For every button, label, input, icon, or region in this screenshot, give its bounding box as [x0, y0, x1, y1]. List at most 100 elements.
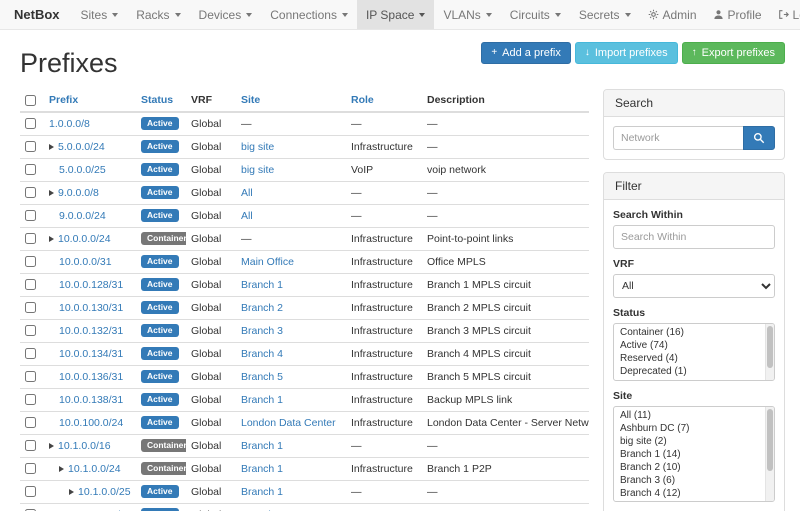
- site-link[interactable]: big site: [241, 164, 274, 176]
- site-link[interactable]: Branch 1: [241, 279, 283, 291]
- site-link[interactable]: Branch 3: [241, 325, 283, 337]
- app-logo[interactable]: NetBox: [10, 0, 72, 29]
- prefix-link[interactable]: 10.0.100.0/24: [59, 417, 123, 429]
- nav-item-connections[interactable]: Connections: [261, 0, 357, 29]
- profile-menu-item[interactable]: Profile: [705, 0, 770, 29]
- prefix-link[interactable]: 10.0.0.138/31: [59, 394, 123, 406]
- filter-option[interactable]: Deprecated (1): [614, 365, 774, 378]
- filter-option[interactable]: All (11): [614, 409, 774, 422]
- filter-option[interactable]: Branch 3 (6): [614, 474, 774, 487]
- expand-caret-icon[interactable]: [49, 144, 54, 150]
- site-link[interactable]: All: [241, 210, 253, 222]
- expand-caret-icon[interactable]: [49, 190, 54, 196]
- expand-caret-icon[interactable]: [69, 489, 74, 495]
- column-header-site[interactable]: Site: [236, 89, 346, 112]
- expand-caret-icon[interactable]: [59, 466, 64, 472]
- prefix-link[interactable]: 10.1.0.0/16: [58, 440, 111, 452]
- prefix-link[interactable]: 10.0.0.136/31: [59, 371, 123, 383]
- prefix-link[interactable]: 10.1.0.0/25: [78, 486, 131, 498]
- search-within-input[interactable]: [613, 225, 775, 249]
- site-list-scrollbar[interactable]: [765, 407, 774, 501]
- vrf-cell: Global: [186, 434, 236, 457]
- export-prefixes-button[interactable]: ↑Export prefixes: [682, 42, 785, 64]
- description-cell: Branch 1 P2P: [422, 457, 589, 480]
- prefix-link[interactable]: 10.0.0.0/31: [59, 256, 112, 268]
- row-checkbox[interactable]: [25, 302, 36, 313]
- prefix-link[interactable]: 10.0.0.132/31: [59, 325, 123, 337]
- row-checkbox[interactable]: [25, 325, 36, 336]
- prefix-link[interactable]: 5.0.0.0/24: [58, 141, 105, 153]
- row-checkbox[interactable]: [25, 141, 36, 152]
- row-checkbox[interactable]: [25, 256, 36, 267]
- row-checkbox[interactable]: [25, 371, 36, 382]
- nav-item-vlans[interactable]: VLANs: [434, 0, 500, 29]
- filter-option[interactable]: Branch 4 (12): [614, 487, 774, 500]
- site-listbox[interactable]: All (11)Ashburn DC (7)big site (2)Branch…: [613, 406, 775, 502]
- prefix-link[interactable]: 10.0.0.128/31: [59, 279, 123, 291]
- log-out-menu-item[interactable]: Log out: [770, 0, 800, 29]
- row-checkbox[interactable]: [25, 210, 36, 221]
- table-row: 10.1.0.0/26ActiveGlobalBranch 1——: [20, 503, 589, 511]
- nav-item-secrets[interactable]: Secrets: [570, 0, 640, 29]
- row-checkbox[interactable]: [25, 463, 36, 474]
- vrf-select[interactable]: All: [613, 274, 775, 298]
- select-all-checkbox[interactable]: [25, 95, 36, 106]
- user-icon: [713, 9, 724, 20]
- filter-option[interactable]: Reserved (4): [614, 352, 774, 365]
- expand-caret-icon[interactable]: [49, 443, 54, 449]
- search-input[interactable]: [613, 126, 743, 150]
- nav-item-ip-space[interactable]: IP Space: [357, 0, 434, 29]
- filter-option[interactable]: Branch 1 (14): [614, 448, 774, 461]
- status-listbox[interactable]: Container (16)Active (74)Reserved (4)Dep…: [613, 323, 775, 381]
- site-link[interactable]: Branch 1: [241, 486, 283, 498]
- row-checkbox[interactable]: [25, 440, 36, 451]
- status-badge: Active: [141, 324, 179, 337]
- row-checkbox[interactable]: [25, 394, 36, 405]
- row-checkbox[interactable]: [25, 348, 36, 359]
- filter-option[interactable]: Branch 5 (7): [614, 500, 774, 502]
- prefix-link[interactable]: 1.0.0.0/8: [49, 118, 90, 130]
- prefix-link[interactable]: 10.0.0.134/31: [59, 348, 123, 360]
- nav-item-circuits[interactable]: Circuits: [501, 0, 570, 29]
- filter-option[interactable]: Ashburn DC (7): [614, 422, 774, 435]
- prefix-link[interactable]: 5.0.0.0/25: [59, 164, 106, 176]
- site-link[interactable]: big site: [241, 141, 274, 153]
- site-link[interactable]: Branch 5: [241, 371, 283, 383]
- site-link[interactable]: Main Office: [241, 256, 294, 268]
- column-header-prefix[interactable]: Prefix: [44, 89, 136, 112]
- row-checkbox[interactable]: [25, 417, 36, 428]
- row-checkbox[interactable]: [25, 118, 36, 129]
- site-link[interactable]: Branch 1: [241, 394, 283, 406]
- row-checkbox[interactable]: [25, 187, 36, 198]
- nav-item-racks[interactable]: Racks: [127, 0, 189, 29]
- import-prefixes-button[interactable]: ↓Import prefixes: [575, 42, 678, 64]
- add-a-prefix-button[interactable]: +Add a prefix: [481, 42, 571, 64]
- row-checkbox[interactable]: [25, 164, 36, 175]
- prefix-link[interactable]: 9.0.0.0/24: [59, 210, 106, 222]
- column-header-status[interactable]: Status: [136, 89, 186, 112]
- column-header-role[interactable]: Role: [346, 89, 422, 112]
- filter-option[interactable]: Branch 2 (10): [614, 461, 774, 474]
- site-link[interactable]: All: [241, 187, 253, 199]
- admin-menu-item[interactable]: Admin: [640, 0, 705, 29]
- row-checkbox[interactable]: [25, 279, 36, 290]
- prefix-link[interactable]: 10.0.0.130/31: [59, 302, 123, 314]
- row-checkbox[interactable]: [25, 233, 36, 244]
- prefix-link[interactable]: 10.0.0.0/24: [58, 233, 111, 245]
- site-link[interactable]: Branch 2: [241, 302, 283, 314]
- expand-caret-icon[interactable]: [49, 236, 54, 242]
- filter-option[interactable]: big site (2): [614, 435, 774, 448]
- site-link[interactable]: Branch 1: [241, 463, 283, 475]
- nav-item-sites[interactable]: Sites: [72, 0, 128, 29]
- prefix-link[interactable]: 9.0.0.0/8: [58, 187, 99, 199]
- filter-option[interactable]: Container (16): [614, 326, 774, 339]
- site-link[interactable]: Branch 1: [241, 440, 283, 452]
- prefix-link[interactable]: 10.1.0.0/24: [68, 463, 121, 475]
- site-link[interactable]: Branch 4: [241, 348, 283, 360]
- site-link[interactable]: London Data Center: [241, 417, 336, 429]
- nav-item-devices[interactable]: Devices: [190, 0, 262, 29]
- filter-option[interactable]: Active (74): [614, 339, 774, 352]
- search-button[interactable]: [743, 126, 775, 150]
- status-list-scrollbar[interactable]: [765, 324, 774, 380]
- row-checkbox[interactable]: [25, 486, 36, 497]
